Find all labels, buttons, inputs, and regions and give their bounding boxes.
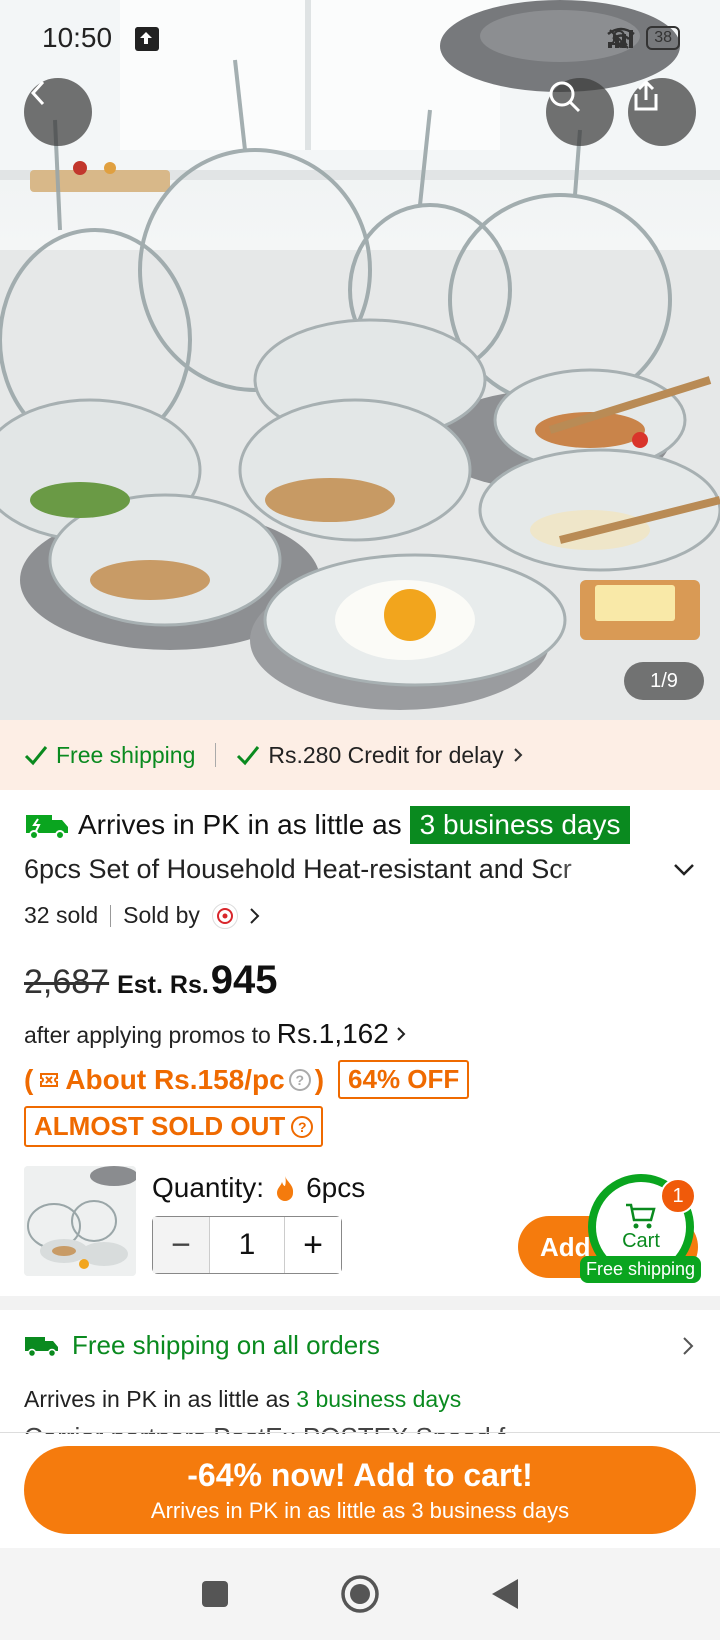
delivery-truck-icon: [26, 815, 68, 840]
delivery-truck-icon: [25, 1336, 58, 1357]
share-button[interactable]: [628, 78, 696, 146]
system-nav-bar: [0, 1548, 720, 1640]
est-label: Est. Rs.: [117, 971, 209, 999]
sales-info: 32 sold Sold by: [24, 902, 262, 929]
check-icon: [237, 746, 260, 766]
free-shipping-label: Free shipping: [56, 741, 196, 768]
per-pc-open: (: [24, 1063, 34, 1095]
almost-sold-out-badge[interactable]: ALMOST SOLD OUT ?: [24, 1106, 324, 1147]
add-to-cart-cta-button[interactable]: -64% now! Add to cart! Arrives in PK in …: [24, 1446, 696, 1534]
cart-count-badge: 1: [660, 1178, 696, 1214]
check-icon: [24, 746, 48, 766]
chevron-right-icon: [397, 1027, 406, 1041]
section-divider: [0, 1296, 720, 1310]
search-button[interactable]: [546, 78, 614, 146]
product-image-gallery[interactable]: 10:50 38 1/9: [0, 0, 720, 720]
search-icon: [549, 81, 581, 113]
arrive2-days: 3 business days: [296, 1386, 462, 1412]
arrive-text: Arrives in PK in as little as: [78, 809, 402, 840]
free-shipping-all-text: Free shipping on all orders: [72, 1330, 380, 1360]
chevron-right-icon: [513, 748, 523, 762]
sold-count: 32 sold: [24, 902, 99, 928]
back-button[interactable]: [24, 78, 92, 146]
sold-by-label: Sold by: [123, 902, 200, 928]
product-title[interactable]: 6pcs Set of Household Heat-resistant and…: [24, 854, 704, 892]
increase-button[interactable]: +: [285, 1217, 341, 1273]
promo-text: after applying promos to: [24, 1022, 271, 1048]
back-nav-icon[interactable]: [490, 1577, 520, 1611]
recents-icon[interactable]: [200, 1579, 230, 1609]
cart-label: Cart: [622, 1229, 660, 1252]
coupon-icon: [40, 1072, 59, 1087]
status-time: 10:50: [42, 22, 113, 53]
original-price: 2,687: [24, 963, 110, 1001]
current-price: 945: [210, 958, 278, 1002]
chevron-down-icon[interactable]: [672, 860, 696, 880]
per-pc-text: About Rs.158/pc: [65, 1063, 285, 1095]
sku-thumbnail[interactable]: [24, 1166, 136, 1276]
shipping-banner[interactable]: Free shipping Rs.280 Credit for delay: [0, 720, 720, 790]
help-icon[interactable]: ?: [288, 1068, 311, 1091]
divider: [0, 1432, 720, 1433]
home-icon[interactable]: [340, 1574, 380, 1614]
arrival-info-2: Arrives in PK in as little as 3 business…: [24, 1386, 461, 1413]
arrival-info: Arrives in PK in as little as 3 business…: [24, 806, 631, 844]
quantity-label-row: Quantity: 6pcs: [152, 1172, 365, 1204]
pcs-label: 6pcs: [306, 1172, 366, 1203]
share-icon: [634, 79, 658, 111]
quantity-value[interactable]: 1: [209, 1217, 285, 1273]
chevron-left-icon: [30, 80, 45, 106]
arrive-days-badge: 3 business days: [409, 806, 631, 844]
cart-free-shipping-badge: Free shipping: [580, 1256, 702, 1283]
arrive2-prefix: Arrives in PK in as little as: [24, 1386, 290, 1412]
chevron-right-icon[interactable]: [680, 1334, 696, 1358]
image-counter: 1/9: [624, 662, 704, 700]
chevron-right-icon[interactable]: [248, 906, 262, 926]
discount-row: ( About Rs.158/pc ? ) 64% OFF: [24, 1060, 470, 1099]
per-pc-close: ): [314, 1063, 325, 1095]
cta-line1: -64% now! Add to cart!: [187, 1456, 533, 1493]
per-piece-price[interactable]: ( About Rs.158/pc ? ): [24, 1064, 324, 1096]
discount-badge: 64% OFF: [338, 1060, 470, 1099]
quantity-stepper[interactable]: − 1 +: [152, 1216, 342, 1274]
divider: [110, 904, 112, 927]
price-row: 2,687 Est. Rs. 945: [24, 958, 278, 1003]
status-bar: 10:50 38: [0, 0, 720, 76]
product-title-text: 6pcs Set of Household Heat-resistant and…: [24, 854, 572, 884]
delay-credit-label: Rs.280 Credit for delay: [268, 741, 504, 768]
promo-amount: Rs.1,162: [276, 1018, 389, 1049]
decrease-button[interactable]: −: [153, 1217, 209, 1273]
almost-sold-out-text: ALMOST SOLD OUT: [34, 1111, 286, 1141]
cta-line2: Arrives in PK in as little as 3 business…: [150, 1497, 570, 1523]
flame-icon: [277, 1176, 294, 1201]
cart-icon: [626, 1203, 656, 1228]
square-app-icon: [135, 26, 200, 52]
help-icon: ?: [291, 1115, 314, 1138]
battery-indicator: 38: [646, 26, 680, 50]
promo-info[interactable]: after applying promos to Rs.1,162: [24, 1018, 407, 1050]
quantity-label: Quantity:: [152, 1172, 265, 1203]
seller-logo-icon: [216, 907, 233, 924]
upload-notification-icon: [135, 26, 240, 52]
seller-logo[interactable]: [211, 902, 238, 929]
divider: [215, 743, 217, 767]
sku-thumbnail-image: [24, 1166, 136, 1276]
free-shipping-all-orders[interactable]: Free shipping on all orders: [24, 1330, 380, 1361]
